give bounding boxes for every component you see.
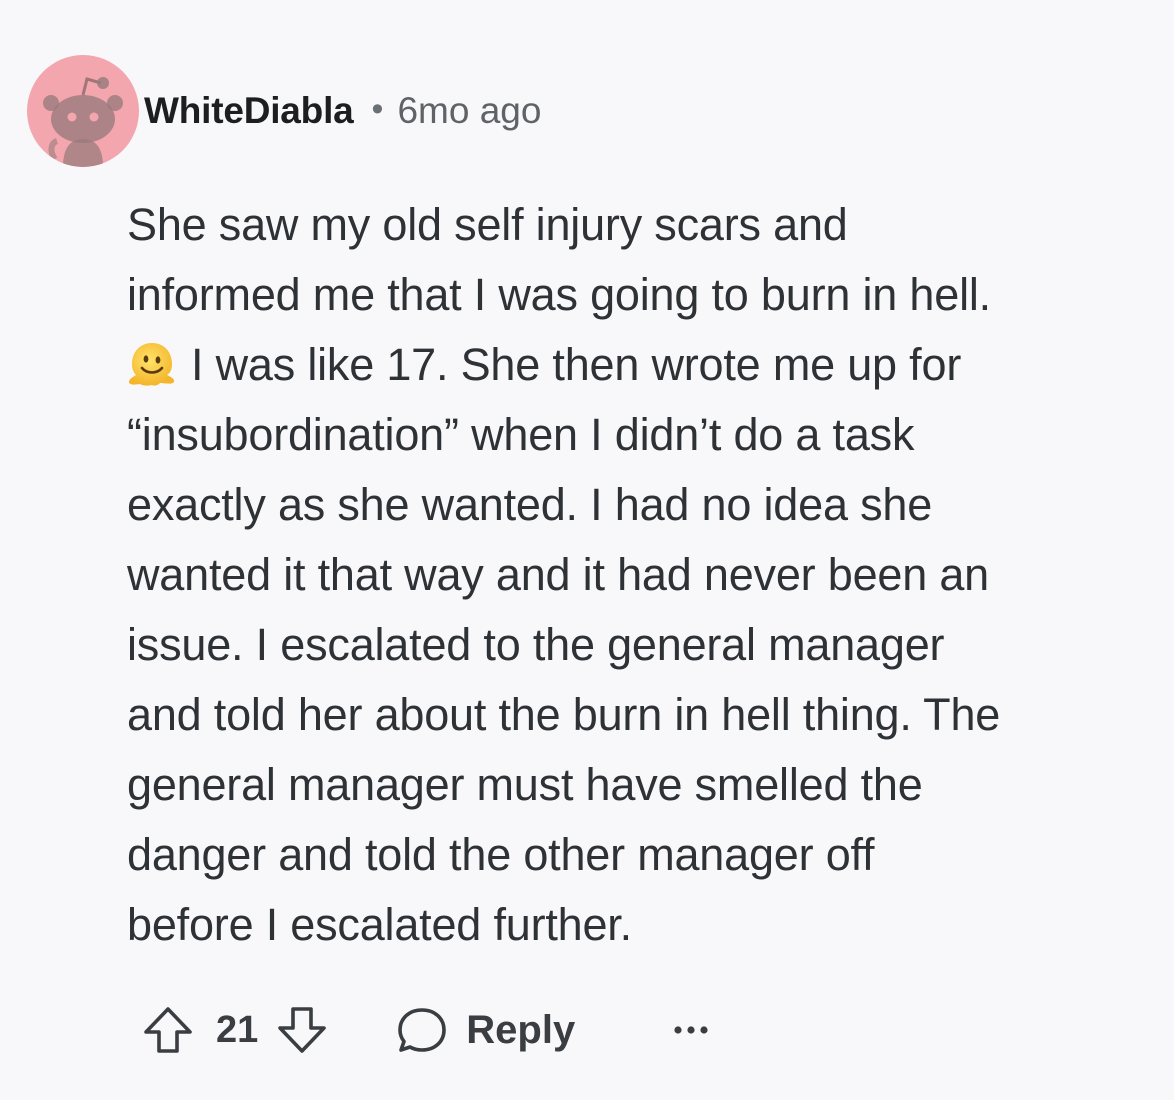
separator-dot: • [371, 89, 384, 128]
melting-face-emoji-icon [127, 339, 177, 389]
arrow-down-icon [278, 1007, 327, 1053]
comment-line: exactly as she wanted. I had no idea she [127, 479, 933, 530]
avatar[interactable] [27, 55, 139, 167]
reply-label: Reply [466, 1007, 576, 1052]
comment-line: wanted it that way and it had never been… [127, 549, 990, 600]
comment-line: “insubordination” when I didn’t do a tas… [127, 409, 915, 460]
comment-line: I was like 17. She then wrote me up for [191, 339, 962, 390]
speech-bubble-icon [398, 1008, 447, 1052]
comment-line: and told her about the burn in hell thin… [127, 689, 1001, 740]
comment-card: WhiteDiabla • 6mo ago She saw my old sel… [0, 0, 1174, 1100]
vote-score: 21 [216, 1008, 259, 1051]
more-options-button[interactable] [671, 1020, 711, 1040]
comment-body: She saw my old self injury scars and inf… [127, 190, 1157, 960]
timestamp[interactable]: 6mo ago [397, 90, 541, 132]
comment-line: general manager must have smelled the [127, 759, 923, 810]
comment-line-with-emoji: I was like 17. She then wrote me up for [127, 330, 1157, 400]
comment-header: WhiteDiabla • 6mo ago [144, 88, 541, 134]
comment-line: She saw my old self injury scars and [127, 199, 848, 250]
comment-line: issue. I escalated to the general manage… [127, 619, 945, 670]
comment-actions: 21 Reply [140, 1000, 711, 1060]
more-horizontal-icon [674, 1026, 708, 1034]
downvote-button[interactable] [274, 1002, 330, 1058]
comment-line: before I escalated further. [127, 899, 632, 950]
reply-button[interactable]: Reply [394, 1002, 575, 1058]
arrow-up-icon [144, 1007, 192, 1053]
upvote-button[interactable] [140, 1002, 196, 1058]
username[interactable]: WhiteDiabla [144, 90, 354, 132]
comment-line: informed me that I was going to burn in … [127, 269, 991, 320]
reddit-snoo-icon [43, 77, 123, 167]
comment-line: danger and told the other manager off [127, 829, 875, 880]
